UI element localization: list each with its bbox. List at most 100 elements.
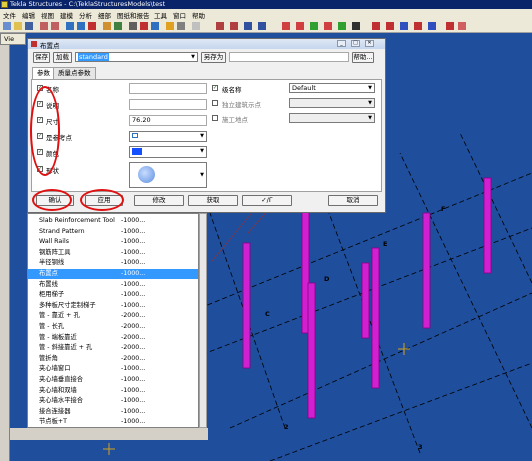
target-icon[interactable] (458, 22, 466, 30)
list-item[interactable]: 接合连接器 -1000... (28, 407, 198, 417)
column[interactable] (422, 212, 431, 329)
name-field[interactable] (129, 83, 207, 94)
list-item[interactable]: Slab Reinforcement Tool -1000... (28, 216, 198, 226)
workpoint-select[interactable]: ▼ (289, 113, 375, 123)
new-icon[interactable] (3, 22, 11, 30)
maximize-icon[interactable]: □ (351, 40, 360, 47)
column-icon[interactable] (77, 22, 85, 30)
snap-perp-icon[interactable] (428, 22, 436, 30)
standalone-select[interactable]: ▼ (289, 98, 375, 108)
dialog-title-bar[interactable]: 布置点 _ □ ✕ (28, 39, 385, 50)
undo-icon[interactable] (40, 22, 48, 30)
bolt-icon[interactable] (103, 22, 111, 30)
ai-icon[interactable] (192, 22, 200, 30)
list-item[interactable]: Strand Pattern -1000... (28, 227, 198, 237)
grid-icon[interactable] (177, 22, 185, 30)
list-item[interactable]: 节点板+T -1000... (28, 417, 198, 427)
list-item-name: 布置点 (39, 270, 58, 277)
is-reference-select[interactable]: ▼ (129, 131, 207, 142)
list-item-value: -1000... (121, 217, 146, 224)
save-icon[interactable] (25, 22, 33, 30)
columns (242, 177, 492, 419)
tab-quality-point-parameters[interactable]: 质量点参数 (53, 67, 96, 79)
plane-icon[interactable] (446, 22, 454, 30)
cancel-button[interactable]: 取消 (328, 195, 378, 206)
cut-icon[interactable] (140, 22, 148, 30)
list-item[interactable]: 管折角 -2000... (28, 354, 198, 364)
arc-icon[interactable] (230, 22, 238, 30)
column[interactable] (242, 242, 251, 369)
get-button[interactable]: 获取 (188, 195, 238, 206)
component-icon[interactable] (129, 22, 137, 30)
class-checkbox[interactable]: ✓ (212, 85, 218, 91)
list-item[interactable]: 夹心墙垂直接合 -1000... (28, 375, 198, 385)
save-as-field[interactable] (229, 52, 349, 62)
bending-icon[interactable] (216, 22, 224, 30)
list-item[interactable]: 柜用梯子 -1000... (28, 290, 198, 300)
redo-icon[interactable] (51, 22, 59, 30)
snap-icon[interactable] (282, 22, 290, 30)
save-button[interactable]: 保存 (33, 52, 50, 63)
weld-icon[interactable] (114, 22, 122, 30)
list-item-value: -1000... (121, 365, 146, 373)
help-button[interactable]: 帮助... (352, 52, 374, 63)
fitting-icon[interactable] (151, 22, 159, 30)
column[interactable] (307, 282, 316, 419)
minimize-icon[interactable]: _ (337, 40, 346, 47)
list-item[interactable]: 管 - 长孔 -2000... (28, 322, 198, 332)
arrow-diagonal-icon[interactable] (386, 22, 394, 30)
list-item[interactable]: 管 - 靠近 + 孔 -2000... (28, 311, 198, 321)
preset-select[interactable]: standard ▼ (75, 52, 198, 62)
column[interactable] (361, 262, 370, 339)
modify-button[interactable]: 修改 (134, 195, 184, 206)
toggle-all-button[interactable]: ✓/Г (242, 195, 292, 206)
list-scrollbar[interactable] (199, 213, 207, 428)
snap-center-icon[interactable] (324, 22, 332, 30)
plate-icon[interactable] (88, 22, 96, 30)
point-icon[interactable] (166, 22, 174, 30)
list-item[interactable]: 钢筋阵工具 -1000... (28, 248, 198, 258)
list-item[interactable]: 管 - 斜接靠近 + 孔 -2000... (28, 343, 198, 353)
arrow-up-icon[interactable] (400, 22, 408, 30)
standalone-checkbox[interactable] (212, 100, 218, 106)
color-swatch (132, 148, 142, 155)
list-item[interactable]: 布置点 -1000... (28, 269, 198, 279)
column[interactable] (371, 247, 380, 389)
app-title: Tekla Structures - C:\TeklaStructuresMod… (10, 0, 166, 8)
beam-icon[interactable] (66, 22, 74, 30)
chevron-down-icon: ▼ (200, 172, 204, 178)
list-item-value: -2000... (121, 333, 146, 341)
list-item[interactable]: Wall Rails -1000... (28, 237, 198, 247)
grid-label-f: F (441, 205, 446, 213)
arrow-icon[interactable] (372, 22, 380, 30)
list-item[interactable]: 夹心墙水平接合 -1000... (28, 396, 198, 406)
open-icon[interactable] (14, 22, 22, 30)
column[interactable] (483, 177, 492, 274)
list-item[interactable]: 半径钢线 -1000... (28, 258, 198, 268)
snap-end-icon[interactable] (296, 22, 304, 30)
detail-icon[interactable] (258, 22, 266, 30)
snap-x-icon[interactable] (414, 22, 422, 30)
list-item[interactable]: 多种板尺寸定制梯子 -1000... (28, 301, 198, 311)
list-item[interactable]: 管 - 端板靠近 -2000... (28, 333, 198, 343)
connection-icon[interactable] (244, 22, 252, 30)
save-as-button[interactable]: 另存为 (201, 52, 226, 63)
preset-value: standard (78, 53, 109, 61)
view-caption[interactable]: Vie (0, 33, 26, 45)
size-field[interactable]: 76.20 (129, 115, 207, 126)
description-field[interactable] (129, 99, 207, 110)
snap-intersection-icon[interactable] (338, 22, 346, 30)
color-select[interactable]: ▼ (129, 146, 207, 158)
snap-cross-icon[interactable] (352, 22, 360, 30)
workpoint-checkbox[interactable] (212, 115, 218, 121)
shape-select[interactable]: ▼ (129, 162, 207, 188)
load-button[interactable]: 加载 (53, 52, 72, 63)
close-icon[interactable]: ✕ (365, 40, 374, 47)
snap-mid-icon[interactable] (310, 22, 318, 30)
class-select[interactable]: Default ▼ (289, 83, 375, 93)
grid-label-e: E (383, 240, 388, 248)
list-item[interactable]: 夹心墙和双墙 -1000... (28, 386, 198, 396)
list-item[interactable]: 夹心墙窗口 -1000... (28, 364, 198, 374)
list-item-name: 夹心墙水平接合 (39, 397, 84, 405)
list-item[interactable]: 布置线 -1000... (28, 280, 198, 290)
